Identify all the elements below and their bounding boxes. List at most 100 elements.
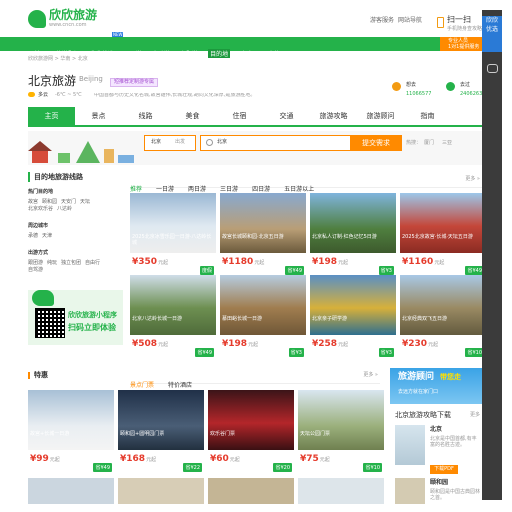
hot-destination-link[interactable]: 天坛: [80, 198, 90, 205]
tour-card[interactable]: 北京亲子研学游 ¥258 元起 省¥3: [310, 275, 396, 360]
nav-guide[interactable]: 攻略: [240, 49, 252, 58]
tour-image: [310, 275, 396, 335]
tour-caption: 北京私人订制·红色记忆5日游: [312, 234, 377, 240]
tab-routes[interactable]: 线路: [122, 107, 169, 125]
filter-three-day[interactable]: 三日游: [220, 184, 238, 193]
travel-mode-link[interactable]: 独立包团: [61, 259, 81, 266]
tab-hotels[interactable]: 特价酒店: [168, 380, 192, 389]
tour-card[interactable]: 2025北京冰雪乐园一日游·八达岭长城 ¥350 元起 度假: [130, 193, 216, 278]
price-unit: 元起: [338, 342, 349, 348]
consult-box[interactable]: 专业人员 1对1提供服务: [440, 37, 482, 51]
advisor-banner[interactable]: 旅游顾问 带您走 去远方就在家门口: [390, 368, 482, 404]
nav-self-guided[interactable]: 自助游: [152, 49, 170, 58]
filter-four-day[interactable]: 四日游: [252, 184, 270, 193]
guide-title[interactable]: 颐和园: [430, 480, 448, 486]
hot-destination-link[interactable]: 八达岭: [57, 205, 72, 212]
price-unit: 元起: [146, 457, 157, 463]
guide-desc: 颐和园是中国古典园林之首。: [430, 489, 481, 501]
nav-group-tour[interactable]: 跟团游: [124, 49, 142, 58]
city-tag[interactable]: 短推荐定制游专属: [110, 78, 159, 87]
tab-advisor[interactable]: 旅游顾问: [357, 107, 404, 125]
special-caption: 颐和园+圆明园门票: [120, 431, 165, 437]
tour-image: [400, 193, 486, 253]
tour-card[interactable]: 北京经典双飞五日游 ¥230 元起 省¥10: [400, 275, 486, 360]
filter-five-plus[interactable]: 五日游以上: [284, 184, 314, 193]
hot-item[interactable]: 厦门: [424, 141, 434, 146]
right-sidebar: 欣欣 优选: [482, 10, 502, 500]
tour-price: ¥230 元起: [402, 339, 438, 349]
tour-image: [400, 275, 486, 335]
nearby-city-link[interactable]: 天津: [42, 232, 52, 239]
download-pdf-button[interactable]: 下载PDF: [430, 465, 458, 474]
specials-more-link[interactable]: 更多 »: [363, 373, 378, 378]
special-price: ¥99 元起: [30, 454, 60, 464]
scan-title[interactable]: 扫一扫: [447, 16, 471, 24]
price-value: 258: [318, 339, 338, 349]
guide-cover[interactable]: [395, 425, 425, 465]
header-link-nav[interactable]: 网站导航: [398, 18, 422, 24]
tour-caption: 故宫长城颐和园·北京五日游: [222, 234, 284, 240]
price-value: 168: [126, 454, 146, 464]
flag-icon: [446, 82, 455, 91]
nearby-city-link[interactable]: 承德: [28, 232, 38, 239]
tour-card[interactable]: 慕田峪长城一日游 ¥198 元起 省¥3: [220, 275, 306, 360]
search-input[interactable]: 北京: [200, 135, 352, 151]
special-card[interactable]: 故宫+长城一日游 ¥99 元起 省¥49: [28, 390, 114, 475]
tab-hotel[interactable]: 住宿: [216, 107, 263, 125]
tab-guidebook[interactable]: 指南: [404, 107, 451, 125]
tour-price: ¥1160 元起: [402, 257, 444, 267]
scan-sub: 手机随身查攻略: [447, 26, 483, 32]
special-image: [298, 390, 384, 450]
travel-mode-link[interactable]: 自由行: [85, 259, 100, 266]
guide-title[interactable]: 北京: [430, 427, 442, 433]
special-card[interactable]: 天坛公园门票 ¥75 元起 省¥10: [298, 390, 384, 475]
hot-destination-link[interactable]: 北京欢乐谷: [28, 205, 53, 212]
filter-one-day[interactable]: 一日游: [156, 184, 174, 193]
tab-food[interactable]: 美食: [169, 107, 216, 125]
tour-card[interactable]: 2025北京故宫·长城·天坛五日游 ¥1160 元起 省¥49: [400, 193, 486, 278]
tab-home[interactable]: 主页: [28, 107, 75, 125]
travel-mode-link[interactable]: 纯玩: [47, 259, 57, 266]
hot-destination-link[interactable]: 天安门: [61, 198, 76, 205]
hot-destination-link[interactable]: 故宫: [28, 198, 38, 205]
banner-title: 旅游顾问: [398, 372, 435, 382]
departure-select[interactable]: 北京 出发: [144, 135, 196, 151]
tab-strategy[interactable]: 旅游攻略: [310, 107, 357, 125]
price-unit: 元起: [158, 342, 169, 348]
nav-toolbox[interactable]: 百宝箱: [262, 49, 280, 58]
breadcrumb-item[interactable]: 华南: [60, 56, 70, 62]
travel-mode-link[interactable]: 跟团游: [28, 259, 43, 266]
tour-card[interactable]: 故宫长城颐和园·北京五日游 ¥1180 元起 省¥49: [220, 193, 306, 278]
nav-destination[interactable]: 目的地: [208, 49, 231, 58]
travel-mode-link[interactable]: 自驾游: [28, 266, 43, 273]
tour-card[interactable]: 北京私人订制·红色记忆5日游 ¥198 元起 省¥3: [310, 193, 396, 278]
special-card[interactable]: 欢乐谷门票 ¥60 元起 省¥20: [208, 390, 294, 475]
elephant-icon: [28, 9, 46, 28]
nav-selected[interactable]: 欣欣优选: [90, 49, 114, 58]
breadcrumb-item[interactable]: 北京: [78, 56, 88, 62]
logo[interactable]: 欣欣旅游 www.cncn.com: [28, 9, 97, 28]
guide-cover[interactable]: [395, 478, 425, 504]
search-icon: [206, 139, 213, 146]
tab-transport[interactable]: 交通: [263, 107, 310, 125]
nav-theme-tour[interactable]: 主题游: [180, 49, 198, 58]
price-unit: 元起: [319, 457, 330, 463]
hot-item[interactable]: 三亚: [442, 141, 452, 146]
price-value: 198: [318, 257, 338, 267]
promo-selected-button[interactable]: 欣欣 优选: [482, 16, 502, 52]
price-value: 508: [138, 339, 158, 349]
special-caption: 欢乐谷门票: [210, 431, 236, 437]
submit-request-button[interactable]: 提交需求: [350, 135, 402, 151]
tour-card[interactable]: 北京八达岭长城一日游 ¥508 元起 省¥49: [130, 275, 216, 360]
special-price: ¥75 元起: [300, 454, 330, 464]
special-card[interactable]: 颐和园+圆明园门票 ¥168 元起 省¥22: [118, 390, 204, 475]
breadcrumb-item[interactable]: 欣欣旅游网: [28, 56, 53, 62]
hot-destination-link[interactable]: 颐和园: [42, 198, 57, 205]
wechat-icon[interactable]: [487, 64, 498, 73]
stat-been-value: 2406263: [460, 91, 483, 97]
tab-sights[interactable]: 景点: [75, 107, 122, 125]
filter-two-day[interactable]: 两日游: [188, 184, 206, 193]
tours-more-link[interactable]: 更多 »: [465, 177, 480, 182]
tour-caption: 北京经典双飞五日游: [402, 316, 448, 322]
header-link-service[interactable]: 游客服务: [370, 18, 394, 24]
